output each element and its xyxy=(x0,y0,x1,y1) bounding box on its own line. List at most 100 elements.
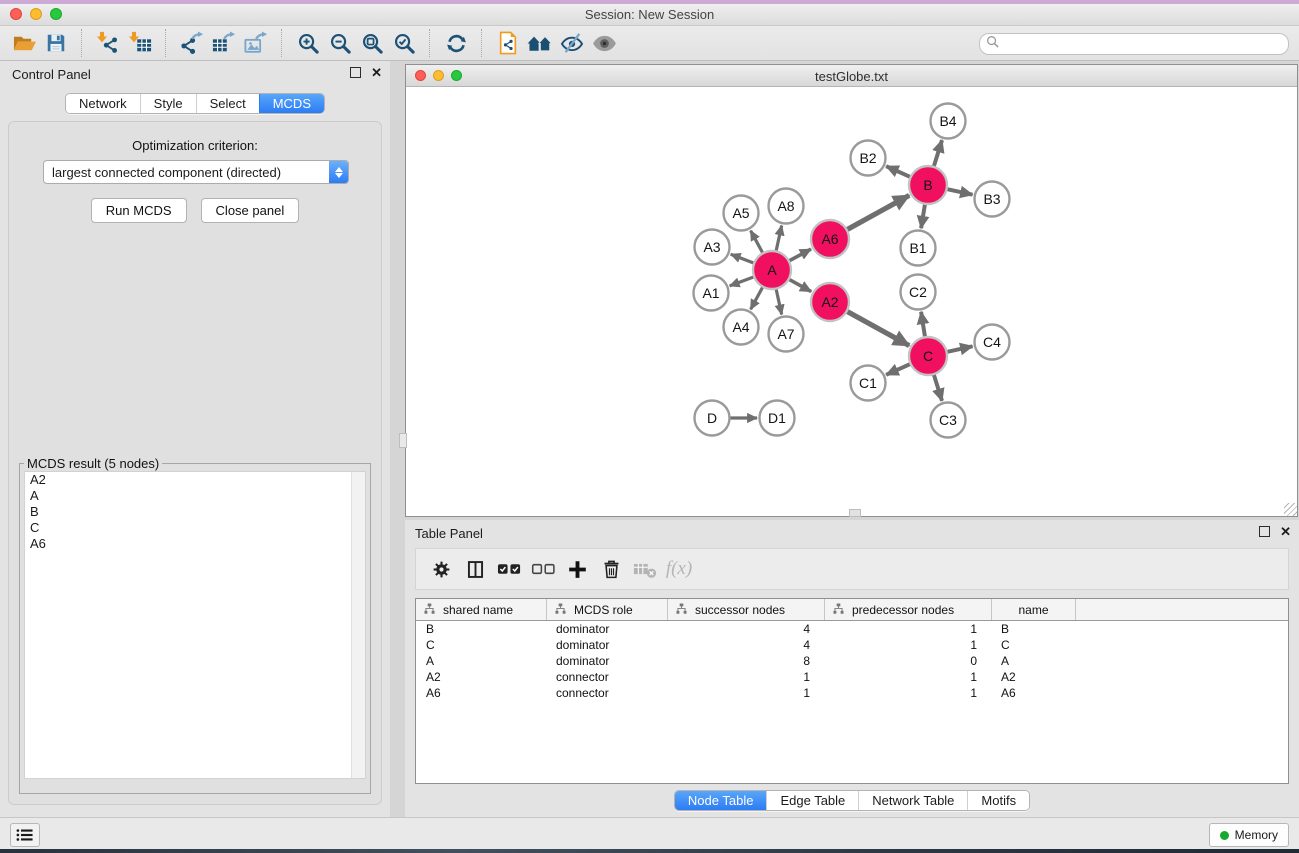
export-image-icon[interactable] xyxy=(240,28,272,58)
edge-C-C3[interactable] xyxy=(933,373,942,401)
gear-button[interactable] xyxy=(424,552,458,586)
houses-icon[interactable] xyxy=(524,28,556,58)
result-item[interactable]: A6 xyxy=(25,536,365,552)
node-D1[interactable]: D1 xyxy=(760,401,795,436)
delete-row-button[interactable] xyxy=(594,552,628,586)
node-A8[interactable]: A8 xyxy=(769,189,804,224)
tab-network[interactable]: Network xyxy=(66,94,140,113)
run-mcds-button[interactable]: Run MCDS xyxy=(91,198,187,223)
node-B4[interactable]: B4 xyxy=(931,104,966,139)
result-item[interactable]: B xyxy=(25,504,365,520)
table-float-panel-icon[interactable] xyxy=(1259,526,1270,537)
minimize-window-button[interactable] xyxy=(30,8,42,20)
tab-mcds[interactable]: MCDS xyxy=(259,94,324,113)
column-header-MCDS-role[interactable]: MCDS role xyxy=(546,599,667,620)
table-row[interactable]: Cdominator41C xyxy=(416,637,1288,653)
save-session-icon[interactable] xyxy=(40,28,72,58)
float-panel-icon[interactable] xyxy=(350,67,361,78)
edge-A-A6[interactable] xyxy=(788,249,811,261)
import-network-icon[interactable] xyxy=(92,28,124,58)
edge-C-C4[interactable] xyxy=(946,346,973,352)
node-B[interactable]: B xyxy=(909,166,947,204)
result-item[interactable]: C xyxy=(25,520,365,536)
node-C4[interactable]: C4 xyxy=(975,325,1010,360)
zoom-out-icon[interactable] xyxy=(324,28,356,58)
node-A4[interactable]: A4 xyxy=(724,310,759,345)
node-B1[interactable]: B1 xyxy=(901,231,936,266)
node-B2[interactable]: B2 xyxy=(851,141,886,176)
tab-network-table[interactable]: Network Table xyxy=(858,791,967,810)
tab-edge-table[interactable]: Edge Table xyxy=(766,791,858,810)
edge-A-A8[interactable] xyxy=(776,226,782,253)
table-row[interactable]: Adominator80A xyxy=(416,653,1288,669)
select-all-button[interactable] xyxy=(492,552,526,586)
close-window-button[interactable] xyxy=(10,8,22,20)
document-network-icon[interactable] xyxy=(492,28,524,58)
table-close-panel-icon[interactable]: ✕ xyxy=(1280,527,1291,537)
eye-icon[interactable] xyxy=(588,28,620,58)
columns-button[interactable] xyxy=(458,552,492,586)
edge-C-C1[interactable] xyxy=(886,363,911,374)
edge-A6-B[interactable] xyxy=(846,195,909,230)
add-row-button[interactable] xyxy=(560,552,594,586)
open-file-icon[interactable] xyxy=(8,28,40,58)
edge-A-A2[interactable] xyxy=(788,279,811,292)
edge-A-A5[interactable] xyxy=(751,231,764,255)
edge-B-B3[interactable] xyxy=(946,189,973,195)
export-table-icon[interactable] xyxy=(208,28,240,58)
result-item[interactable]: A2 xyxy=(25,472,365,488)
column-header-successor-nodes[interactable]: successor nodes xyxy=(667,599,824,620)
close-panel-icon[interactable]: ✕ xyxy=(371,68,382,78)
node-C3[interactable]: C3 xyxy=(931,403,966,438)
zoom-window-button[interactable] xyxy=(50,8,62,20)
network-vertical-scrollbar[interactable] xyxy=(399,433,407,448)
export-network-icon[interactable] xyxy=(176,28,208,58)
deselect-all-button[interactable] xyxy=(526,552,560,586)
result-item[interactable]: A xyxy=(25,488,365,504)
edge-B-B4[interactable] xyxy=(933,140,942,168)
refresh-network-icon[interactable] xyxy=(440,28,472,58)
import-table-icon[interactable] xyxy=(124,28,156,58)
edge-B-B1[interactable] xyxy=(921,203,925,228)
edge-A-A4[interactable] xyxy=(751,286,764,310)
zoom-fit-icon[interactable] xyxy=(356,28,388,58)
node-A6[interactable]: A6 xyxy=(811,220,849,258)
tab-select[interactable]: Select xyxy=(196,94,259,113)
node-A[interactable]: A xyxy=(753,251,791,289)
network-window-titlebar[interactable]: testGlobe.txt xyxy=(406,65,1297,87)
node-D[interactable]: D xyxy=(695,401,730,436)
mcds-result-list[interactable]: A2ABCA6 xyxy=(24,471,366,779)
column-header-predecessor-nodes[interactable]: predecessor nodes xyxy=(824,599,991,620)
table-row[interactable]: A2connector11A2 xyxy=(416,669,1288,685)
edge-A2-C[interactable] xyxy=(846,311,909,346)
table-row[interactable]: Bdominator41B xyxy=(416,621,1288,637)
edge-A-A7[interactable] xyxy=(776,288,782,315)
edge-C-C2[interactable] xyxy=(921,312,925,338)
node-A3[interactable]: A3 xyxy=(695,230,730,265)
node-A5[interactable]: A5 xyxy=(724,196,759,231)
column-header-name[interactable]: name xyxy=(991,599,1075,620)
memory-button[interactable]: Memory xyxy=(1209,823,1289,847)
node-C2[interactable]: C2 xyxy=(901,275,936,310)
network-canvas[interactable]: B4B2BB3A8A5A6A3B1AA1C2A2A4A7C4CC1C3DD1 xyxy=(406,87,1297,516)
edge-A-A1[interactable] xyxy=(730,276,756,286)
search-field[interactable] xyxy=(979,33,1289,55)
tab-style[interactable]: Style xyxy=(140,94,196,113)
zoom-selected-icon[interactable] xyxy=(388,28,420,58)
task-history-button[interactable] xyxy=(10,823,40,847)
table-row[interactable]: A6connector11A6 xyxy=(416,685,1288,701)
tab-motifs[interactable]: Motifs xyxy=(967,791,1029,810)
search-input[interactable] xyxy=(1003,36,1282,52)
column-header-shared-name[interactable]: shared name xyxy=(416,599,546,620)
tab-node-table[interactable]: Node Table xyxy=(675,791,767,810)
window-resize-grip[interactable] xyxy=(1284,503,1297,516)
node-A7[interactable]: A7 xyxy=(769,317,804,352)
node-A2[interactable]: A2 xyxy=(811,283,849,321)
node-B3[interactable]: B3 xyxy=(975,182,1010,217)
network-horizontal-scrollbar[interactable] xyxy=(849,509,861,517)
result-list-scrollbar[interactable] xyxy=(351,472,365,778)
close-panel-button[interactable]: Close panel xyxy=(201,198,300,223)
eye-slash-icon[interactable] xyxy=(556,28,588,58)
edge-A-A3[interactable] xyxy=(731,254,756,263)
node-A1[interactable]: A1 xyxy=(694,276,729,311)
